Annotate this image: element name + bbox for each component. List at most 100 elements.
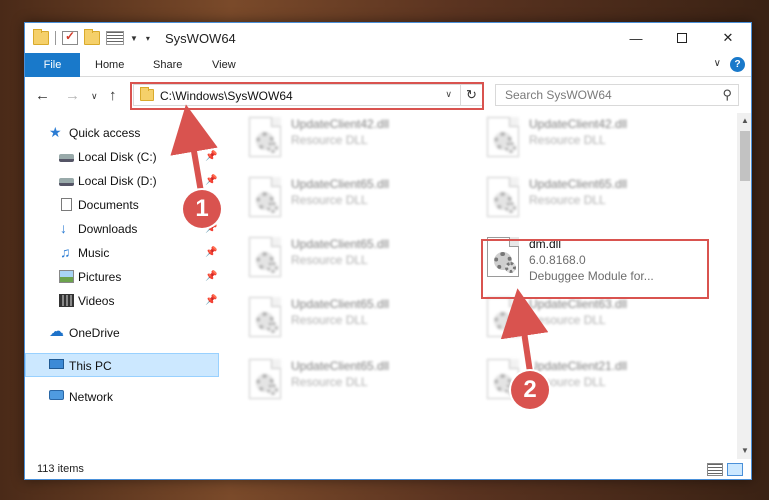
sidebar-item-music[interactable]: ♫ Music 📌 bbox=[25, 241, 219, 265]
title-bar: ▼ ▾ SysWOW64 — ✕ bbox=[25, 23, 751, 53]
step-marker-2: 2 bbox=[511, 371, 549, 409]
tab-view[interactable]: View bbox=[212, 53, 236, 77]
dll-file-icon bbox=[249, 237, 281, 277]
sidebar-item-label: Network bbox=[69, 390, 114, 404]
maximize-icon bbox=[677, 33, 687, 43]
file-name: UpdateClient65.dll bbox=[291, 177, 390, 191]
details-view-icon[interactable] bbox=[707, 463, 723, 476]
search-input[interactable] bbox=[496, 85, 716, 105]
dll-file-icon bbox=[487, 297, 519, 337]
recent-locations-icon[interactable]: ∨ bbox=[91, 91, 98, 102]
sidebar-item-label: Documents bbox=[78, 198, 139, 212]
drive-icon bbox=[59, 154, 74, 162]
dll-file-icon bbox=[249, 297, 281, 337]
file-name: UpdateClient42.dll bbox=[529, 117, 628, 131]
scroll-down-icon[interactable]: ▼ bbox=[737, 443, 751, 459]
dll-file-icon bbox=[487, 177, 519, 217]
file-type: Resource DLL bbox=[529, 133, 606, 147]
file-type: Resource DLL bbox=[291, 193, 368, 207]
list-item[interactable]: UpdateClient65.dll Resource DLL bbox=[245, 293, 475, 345]
folder-icon bbox=[33, 29, 49, 45]
file-name: UpdateClient65.dll bbox=[529, 177, 628, 191]
tiles-view-icon[interactable] bbox=[727, 463, 743, 476]
dll-file-icon bbox=[249, 117, 281, 157]
computer-icon bbox=[49, 359, 64, 369]
tab-file[interactable]: File bbox=[25, 53, 80, 77]
list-item[interactable]: UpdateClient42.dll Resource DLL bbox=[245, 113, 475, 165]
toolbar-menu-icon[interactable]: ▾ bbox=[146, 34, 150, 43]
sidebar-item-label: OneDrive bbox=[69, 326, 120, 340]
download-icon: ↓ bbox=[60, 220, 67, 236]
sidebar-item-quick-access[interactable]: ★ Quick access bbox=[25, 121, 219, 145]
file-name: UpdateClient21.dll bbox=[529, 359, 628, 373]
tab-share[interactable]: Share bbox=[153, 53, 182, 77]
toolbar-separator bbox=[55, 31, 56, 45]
scroll-thumb[interactable] bbox=[740, 131, 750, 181]
pin-icon[interactable]: 📌 bbox=[205, 169, 217, 193]
sidebar-item-label: Music bbox=[78, 246, 110, 260]
star-icon: ★ bbox=[49, 124, 62, 140]
file-name: UpdateClient65.dll bbox=[291, 359, 390, 373]
sidebar-item-label: Local Disk (D:) bbox=[78, 174, 157, 188]
file-type: Resource DLL bbox=[529, 313, 606, 327]
sidebar-item-local-disk-c[interactable]: Local Disk (C:) 📌 bbox=[25, 145, 219, 169]
sidebar-item-this-pc[interactable]: This PC bbox=[25, 353, 219, 377]
maximize-button[interactable] bbox=[659, 23, 705, 53]
expand-ribbon-icon[interactable]: ∨ bbox=[714, 58, 721, 69]
file-name: UpdateClient65.dll bbox=[291, 237, 390, 251]
sidebar-item-pictures[interactable]: Pictures 📌 bbox=[25, 265, 219, 289]
videos-icon bbox=[59, 294, 74, 307]
pin-icon[interactable]: 📌 bbox=[205, 241, 217, 265]
sidebar-item-label: Downloads bbox=[78, 222, 138, 236]
sidebar-item-label: Videos bbox=[78, 294, 115, 308]
dll-file-icon bbox=[487, 117, 519, 157]
scroll-up-icon[interactable]: ▲ bbox=[737, 113, 751, 129]
file-type: Resource DLL bbox=[291, 375, 368, 389]
vertical-scrollbar[interactable]: ▲ ▼ bbox=[737, 113, 751, 459]
file-type: Resource DLL bbox=[291, 253, 368, 267]
list-item[interactable]: UpdateClient42.dll Resource DLL bbox=[483, 113, 713, 165]
minimize-button[interactable]: — bbox=[613, 23, 659, 53]
drive-icon bbox=[59, 178, 74, 186]
file-name: UpdateClient65.dll bbox=[291, 297, 390, 311]
music-icon: ♫ bbox=[60, 244, 71, 260]
customize-icon[interactable] bbox=[106, 31, 124, 45]
status-bar: 113 items bbox=[25, 459, 751, 479]
sidebar-item-local-disk-d[interactable]: Local Disk (D:) 📌 bbox=[25, 169, 219, 193]
back-arrow-icon[interactable]: ← bbox=[35, 87, 50, 104]
file-type: Resource DLL bbox=[291, 133, 368, 147]
up-arrow-icon[interactable]: ↑ bbox=[109, 87, 117, 104]
list-item[interactable]: UpdateClient65.dll Resource DLL bbox=[245, 173, 475, 225]
quick-access-toolbar: ▼ ▾ bbox=[33, 29, 158, 45]
toolbar-dropdown-icon[interactable]: ▼ bbox=[130, 34, 138, 43]
pin-icon[interactable]: 📌 bbox=[205, 265, 217, 289]
forward-arrow-icon[interactable]: → bbox=[65, 87, 80, 104]
help-icon[interactable]: ? bbox=[730, 57, 745, 72]
item-count: 113 items bbox=[37, 463, 84, 475]
list-item[interactable]: UpdateClient63.dll Resource DLL bbox=[483, 293, 713, 345]
sidebar-item-label: Local Disk (C:) bbox=[78, 150, 157, 164]
tab-home[interactable]: Home bbox=[95, 53, 124, 77]
pin-icon[interactable]: 📌 bbox=[205, 289, 217, 313]
pin-icon[interactable]: 📌 bbox=[205, 145, 217, 169]
search-box[interactable]: ⚲ bbox=[495, 84, 739, 106]
ribbon-tabs: File Home Share View ∨ ? bbox=[25, 53, 751, 77]
dll-file-icon bbox=[249, 177, 281, 217]
cloud-icon: ☁ bbox=[49, 323, 64, 340]
sidebar-item-onedrive[interactable]: ☁ OneDrive bbox=[25, 321, 219, 345]
properties-check-icon[interactable] bbox=[62, 29, 78, 45]
sidebar-item-network[interactable]: Network bbox=[25, 385, 219, 409]
sidebar-item-videos[interactable]: Videos 📌 bbox=[25, 289, 219, 313]
file-name: UpdateClient42.dll bbox=[291, 117, 390, 131]
file-name: UpdateClient63.dll bbox=[529, 297, 628, 311]
file-type: Resource DLL bbox=[529, 193, 606, 207]
document-icon bbox=[61, 198, 72, 211]
pictures-icon bbox=[59, 270, 74, 283]
list-item[interactable]: UpdateClient65.dll Resource DLL bbox=[245, 233, 475, 285]
search-icon[interactable]: ⚲ bbox=[722, 87, 732, 103]
list-item[interactable]: UpdateClient65.dll Resource DLL bbox=[483, 173, 713, 225]
new-folder-icon[interactable] bbox=[84, 29, 100, 45]
list-item[interactable]: UpdateClient65.dll Resource DLL bbox=[245, 355, 475, 407]
close-button[interactable]: ✕ bbox=[705, 23, 751, 53]
window-controls: — ✕ bbox=[613, 23, 751, 53]
